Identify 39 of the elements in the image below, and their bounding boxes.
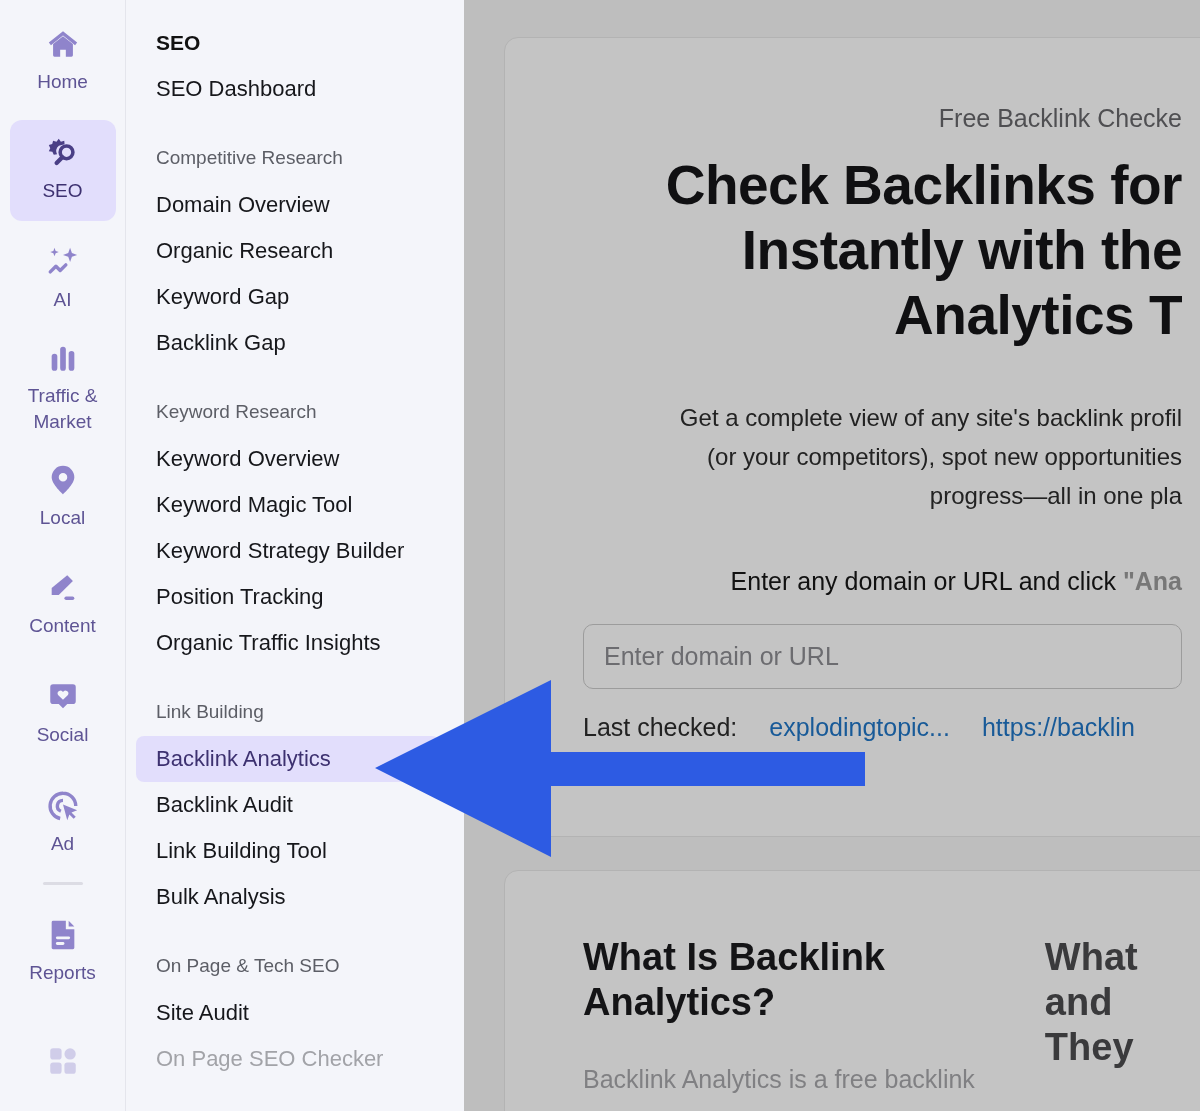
rail-item[interactable]: Local	[9, 446, 116, 548]
section-heading: On Page & Tech SEO	[155, 954, 341, 978]
menu-item[interactable]: Site Audit	[136, 990, 440, 1036]
rail-item[interactable]: Home	[9, 11, 116, 112]
menu-title: SEO	[155, 30, 202, 56]
section-heading: Link Building	[155, 700, 265, 724]
eyebrow-text: Free Backlink Checke	[938, 104, 1182, 133]
menu-item[interactable]: Backlink Audit	[136, 782, 440, 828]
menu-item[interactable]: Keyword Gap	[136, 274, 440, 320]
section-title: What and They	[1044, 935, 1138, 1070]
menu-item[interactable]: Link Building Tool	[136, 828, 440, 874]
menu-item[interactable]: Position Tracking	[136, 574, 440, 620]
rail-item[interactable]: Content	[9, 555, 116, 656]
hero-title: Check Backlinks for Instantly with the Analytics T	[665, 153, 1182, 348]
menu-item[interactable]: Keyword Strategy Builder	[136, 528, 440, 574]
instruction-text: Enter any domain or URL and click "Ana	[730, 567, 1182, 596]
hero-description: Get a complete view of any site's backlink profil (or your competitors), spot new opportunities progress—all in one pla	[679, 403, 1182, 511]
menu-item[interactable]: Organic Research	[136, 228, 440, 274]
rail-item[interactable]: Traffic & Market	[9, 337, 116, 439]
rail-item[interactable]: SEO	[9, 119, 116, 221]
rail-item[interactable]: Ad	[9, 772, 116, 874]
section-heading: Competitive Research	[155, 146, 344, 170]
recent-link[interactable]: explodingtopic...	[769, 713, 950, 742]
menu-item[interactable]: SEO Dashboard	[136, 66, 440, 112]
menu-item[interactable]: Keyword Magic Tool	[136, 482, 440, 528]
rail-item[interactable]: Reports	[9, 901, 116, 1003]
section-text: Backlink Analytics is a free backlink	[583, 1065, 975, 1094]
section-heading: Keyword Research	[155, 400, 318, 424]
rail-item[interactable]: AI	[9, 228, 116, 330]
recent-link[interactable]: https://backlin	[981, 713, 1135, 742]
menu-item[interactable]: Backlink Gap	[136, 320, 440, 366]
menu-item[interactable]: Bulk Analysis	[136, 874, 440, 920]
rail-item[interactable]: Social	[9, 663, 116, 765]
menu-item[interactable]: Keyword Overview	[136, 436, 440, 482]
last-checked-label: Last checked:	[583, 713, 738, 742]
domain-input-field[interactable]: Enter domain or URL	[583, 624, 1182, 689]
menu-item[interactable]: Organic Traffic Insights	[136, 620, 440, 666]
menu-item[interactable]: Domain Overview	[136, 182, 440, 228]
section-title: What Is Backlink Analytics?	[583, 935, 886, 1025]
